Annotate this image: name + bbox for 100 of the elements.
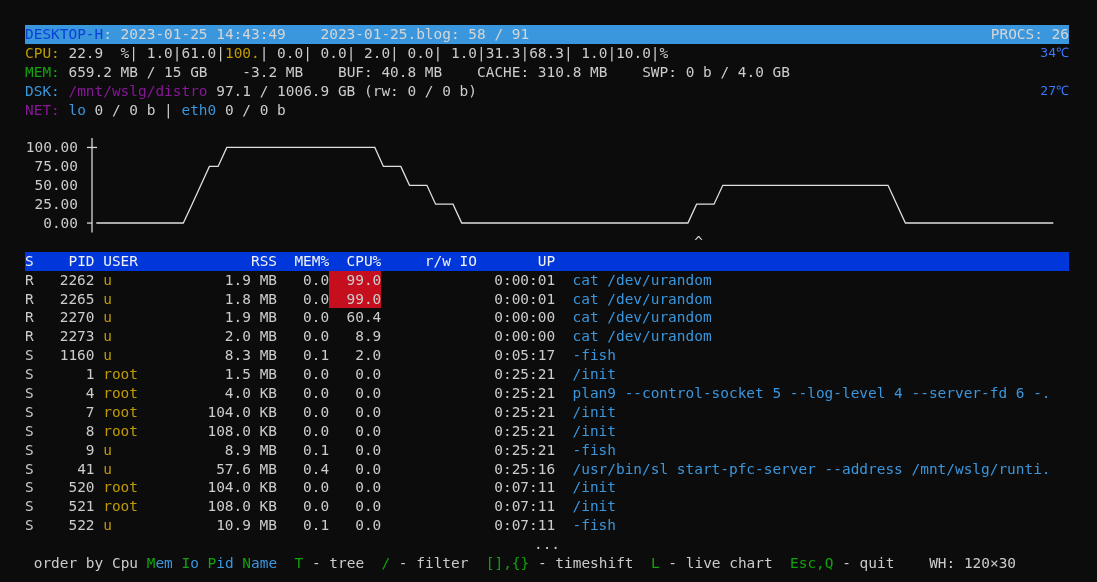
memory-stat: CACHE: 310.8 MB [477,62,608,82]
disk-label: DSK: [25,81,60,101]
table-cell-text: 0:00:01 [493,270,556,290]
table-cell-text: 0.1 [302,516,330,536]
sort-option: Name [242,554,278,573]
table-cell-text: 0.0 [302,497,330,517]
table-cell-text: plan9 --control-socket 5 --log-level 4 --server-fd 6 -. [571,383,1052,403]
column-header[interactable]: RSS [190,251,277,271]
table-cell-text: /init [571,478,617,498]
order-label: order by [33,554,104,573]
table-cell-text: 108.0 KB [206,421,277,441]
table-cell-text: 9 [84,440,95,460]
interface-traffic: 0 / 0 b [224,100,286,120]
table-cell-text: -fish [571,516,617,536]
separator: | [164,100,173,120]
shortcut-hint: [],{} - timeshift [485,554,634,573]
column-header[interactable]: USER [94,251,191,271]
interface-name: eth0 [181,100,217,120]
table-cell-text: root [102,383,139,403]
column-header[interactable]: r/w IO [381,251,477,271]
column-header[interactable]: UP [476,251,556,271]
table-cell-text: 60.4 [345,308,382,328]
table-cell-text: cat /dev/urandom [571,289,713,309]
table-cell-text: 108.0 KB [206,497,277,517]
table-cell-text: 0:07:11 [493,516,556,536]
table-cell-text: 0:00:00 [493,308,556,328]
column-header[interactable]: CPU% [329,251,382,271]
column-header[interactable]: S [25,251,43,271]
table-cell-text: 57.6 MB [215,459,277,479]
table-cell-text: 1160 [58,346,95,366]
table-cell-text: -fish [571,440,617,460]
sort-option: Io [181,554,199,573]
table-cell-text: 1.5 MB [223,365,277,384]
table-cell-text: 0:25:16 [493,459,556,479]
disk-usage: 97.1 / 1006.9 GB (rw: 0 / 0 b) [216,81,477,101]
table-cell-text: u [102,289,113,309]
table-cell-text: 8.3 MB [223,346,277,366]
terminal-size: WH: 120×30 [929,554,1017,573]
table-cell-text: 104.0 KB [206,478,277,498]
table-cell-text: 2270 [58,308,95,328]
table-cell-text: 8 [84,421,95,441]
table-cell-text: 104.0 KB [206,402,277,422]
table-cell-text: 0.0 [354,440,382,460]
table-cell-text: S [25,421,35,441]
memory-stat: SWP: 0 b / 4.0 GB [642,62,790,82]
table-cell-text: 0:25:21 [493,421,556,441]
table-cell-text: root [102,478,139,498]
column-header[interactable]: MEM% [277,251,330,271]
memory-stat: -3.2 MB [242,62,304,82]
table-cell-text: cat /dev/urandom [571,327,713,347]
table-cell-text: 0.4 [302,459,330,479]
table-cell-text: 0.0 [354,383,382,403]
axis-label: 0.00 [43,215,78,232]
table-cell-text: R [25,289,35,309]
cpu-usage: 22.9 %| 1.0|61.0| [68,43,225,63]
more-indicator: ... [533,535,561,554]
shortcut-hint: L - live chart [650,554,773,573]
table-cell-text: u [102,270,113,290]
table-cell-text: 0.0 [354,478,382,498]
table-cell-text: 10.9 MB [215,516,277,536]
axis-label: 100.00 [25,139,78,156]
table-cell-text: 0:00:01 [493,289,556,309]
table-cell-text: 4 [84,383,95,403]
table-cell-text: 8.9 [354,327,382,347]
table-cell-text: u [102,346,113,366]
shortcut-hint: Esc,Q - quit [790,554,895,573]
table-cell-text: 41 [76,459,95,479]
table-cell-text: 0.0 [302,308,330,328]
table-cell-text: 4.0 KB [223,383,277,403]
table-cell-text: 0:25:21 [493,440,556,460]
table-cell-text: cat /dev/urandom [571,308,713,328]
table-cell-text: -fish [571,346,617,366]
memory-stat: 659.2 MB / 15 GB [68,62,208,82]
table-cell-text: S [25,478,35,498]
table-cell-text: 2265 [58,289,95,309]
table-cell-text: 0:25:21 [493,402,556,422]
table-cell-text: 0.1 [302,440,330,460]
table-cell-text: R [25,308,35,328]
table-cell-text: 0.0 [354,421,382,441]
table-cell-text: root [102,365,139,384]
table-cell-text: 2262 [58,270,95,290]
cpu-label: CPU: [25,43,60,63]
table-cell-text: 1 [84,365,95,384]
table-cell-text: 0:05:17 [493,346,556,366]
table-cell-text: 0:25:21 [493,383,556,403]
table-cell-text: 1.8 MB [223,289,277,309]
table-cell-text: 520 [67,478,95,498]
table-cell-text: u [102,516,113,536]
table-cell-text: S [25,459,35,479]
table-cell-text: 2.0 [354,346,382,366]
column-header[interactable]: PID [42,251,95,271]
table-cell-text: S [25,440,35,460]
table-cell-text: /init [571,497,617,517]
date-time: : 2023-01-25 14:43:49 [103,25,286,44]
table-cell-text: cat /dev/urandom [571,270,713,290]
table-cell-text: 521 [67,497,95,517]
table-cell-text: 0.0 [354,402,382,422]
table-cell-text: 0.0 [302,421,330,441]
table-cell-text: /usr/bin/sl start-pfc-server --address /mnt/wslg/runti. [571,459,1052,479]
table-cell-text: 0:07:11 [493,497,556,517]
